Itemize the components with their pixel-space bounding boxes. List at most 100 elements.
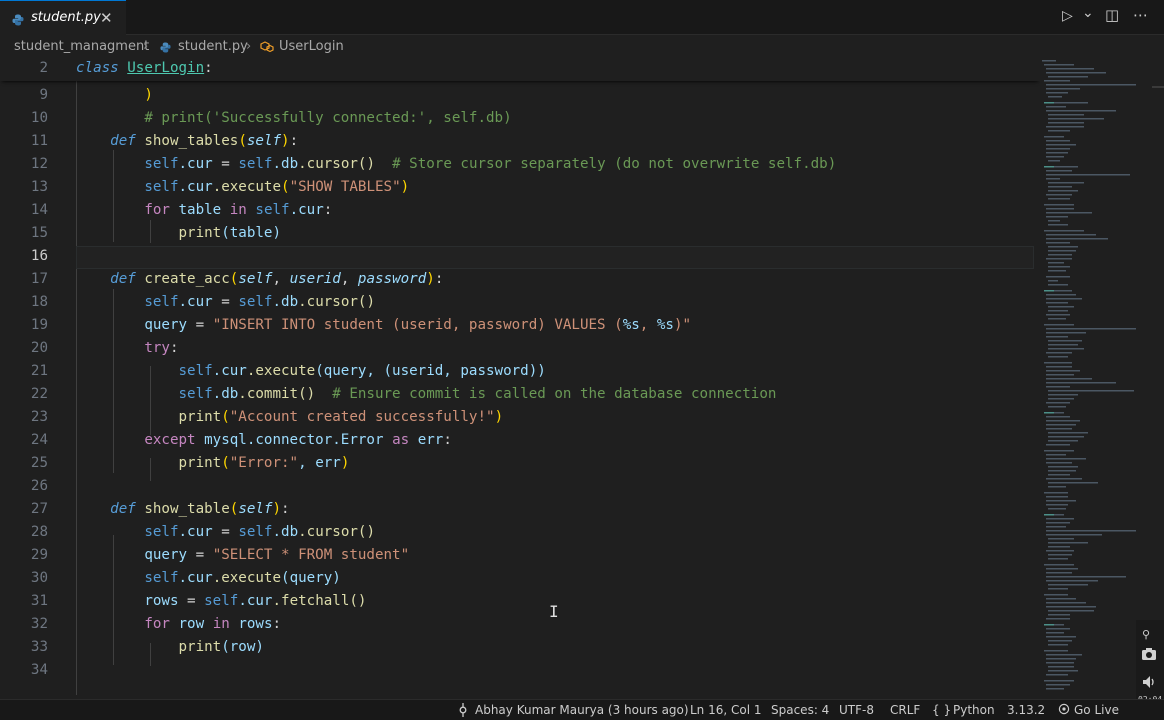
line-number: 33 bbox=[30, 639, 48, 655]
code-text: print("Account created successfully!") bbox=[178, 409, 504, 425]
code-line[interactable]: 14 for table in self.cur: bbox=[0, 200, 1040, 223]
code-line[interactable]: 28 self.cur = self.db.cursor() bbox=[0, 522, 1040, 545]
breadcrumb-file[interactable]: student.py bbox=[178, 39, 248, 54]
line-number: 23 bbox=[30, 409, 48, 425]
code-line[interactable]: 20 try: bbox=[0, 338, 1040, 361]
current-line-highlight bbox=[76, 246, 1034, 269]
split-editor-icon[interactable]: ◫ bbox=[1105, 6, 1119, 24]
close-tab-icon[interactable]: ✕ bbox=[100, 9, 113, 27]
line-number: 11 bbox=[30, 133, 48, 149]
python-file-icon bbox=[160, 42, 171, 57]
code-text: try: bbox=[144, 340, 179, 356]
code-text: self.db.commit() # Ensure commit is call… bbox=[178, 386, 777, 402]
code-text: except mysql.connector.Error as err: bbox=[144, 432, 452, 448]
line-number: 28 bbox=[30, 524, 48, 540]
code-text: self.cur = self.db.cursor() bbox=[144, 524, 375, 540]
code-line[interactable]: 32 for row in rows: bbox=[0, 614, 1040, 637]
code-line[interactable]: 26 bbox=[0, 476, 1040, 499]
code-line-active[interactable]: 16 bbox=[0, 246, 1040, 269]
git-blame-author[interactable]: Abhay Kumar Maurya (3 hours ago) bbox=[475, 703, 689, 717]
code-text: print(row) bbox=[178, 639, 264, 655]
code-text: self.cur = self.db.cursor() # Store curs… bbox=[144, 156, 837, 172]
line-number: 15 bbox=[30, 225, 48, 241]
code-text: for table in self.cur: bbox=[144, 202, 333, 218]
tab-label: student.py bbox=[31, 10, 101, 25]
code-line[interactable]: 15 print(table) bbox=[0, 223, 1040, 246]
code-line[interactable]: 12 self.cur = self.db.cursor() # Store c… bbox=[0, 154, 1040, 177]
code-line[interactable]: 19 query = "INSERT INTO student (userid,… bbox=[0, 315, 1040, 338]
line-number: 30 bbox=[30, 570, 48, 586]
line-number: 16 bbox=[30, 248, 48, 264]
sticky-scroll-line[interactable]: 2 class UserLogin: bbox=[0, 58, 1040, 81]
go-live-button[interactable]: Go Live bbox=[1074, 703, 1119, 717]
speaker-icon[interactable] bbox=[1141, 674, 1157, 693]
line-number: 21 bbox=[30, 363, 48, 379]
encoding[interactable]: UTF-8 bbox=[839, 703, 874, 717]
python-version[interactable]: 3.13.2 bbox=[1007, 703, 1045, 717]
tab-bar: student.py ✕ ▷ ⌄ ◫ ⋯ bbox=[0, 0, 1164, 35]
code-text: self.cur.execute("SHOW TABLES") bbox=[144, 179, 410, 195]
code-line[interactable]: 30 self.cur.execute(query) bbox=[0, 568, 1040, 591]
line-number: 24 bbox=[30, 432, 48, 448]
code-line[interactable]: 24 except mysql.connector.Error as err: bbox=[0, 430, 1040, 453]
code-text: self.cur = self.db.cursor() bbox=[144, 294, 375, 310]
code-line[interactable]: 10 # print('Successfully connected:', se… bbox=[0, 108, 1040, 131]
line-number: 2 bbox=[39, 60, 48, 76]
minimap[interactable] bbox=[1040, 58, 1150, 695]
line-number: 17 bbox=[30, 271, 48, 287]
run-icon[interactable]: ▷ bbox=[1062, 8, 1073, 24]
line-number: 26 bbox=[30, 478, 48, 494]
code-line[interactable]: 25 print("Error:", err) bbox=[0, 453, 1040, 476]
python-file-icon bbox=[12, 11, 24, 30]
line-number: 19 bbox=[30, 317, 48, 333]
breadcrumb: student_managment › student.py › UserLog… bbox=[0, 36, 1164, 58]
code-line[interactable]: 21 self.cur.execute(query, (userid, pass… bbox=[0, 361, 1040, 384]
code-editor[interactable]: 2 class UserLogin: 9 ) 10 # print('Succe… bbox=[0, 58, 1040, 695]
line-number: 18 bbox=[30, 294, 48, 310]
code-line[interactable]: 18 self.cur = self.db.cursor() bbox=[0, 292, 1040, 315]
line-number: 12 bbox=[30, 156, 48, 172]
scrollbar-thumb[interactable] bbox=[1152, 86, 1164, 88]
code-text: # print('Successfully connected:', self.… bbox=[144, 110, 512, 126]
line-number: 25 bbox=[30, 455, 48, 471]
code-text: self.cur.execute(query) bbox=[144, 570, 341, 586]
code-line[interactable]: 31 rows = self.cur.fetchall() bbox=[0, 591, 1040, 614]
breadcrumb-separator: › bbox=[143, 39, 149, 54]
more-actions-icon[interactable]: ⋯ bbox=[1133, 6, 1148, 24]
line-number: 14 bbox=[30, 202, 48, 218]
line-number: 22 bbox=[30, 386, 48, 402]
line-number: 31 bbox=[30, 593, 48, 609]
code-text: ) bbox=[144, 87, 153, 103]
breadcrumb-symbol[interactable]: UserLogin bbox=[279, 39, 344, 54]
breadcrumb-separator: › bbox=[246, 39, 252, 54]
code-line[interactable]: 11 def show_tables(self): bbox=[0, 131, 1040, 154]
code-line[interactable]: 33 print(row) bbox=[0, 637, 1040, 660]
code-text: self.cur.execute(query, (userid, passwor… bbox=[178, 363, 546, 379]
code-text: for row in rows: bbox=[144, 616, 282, 632]
code-line[interactable]: 17 def create_acc(self, userid, password… bbox=[0, 269, 1040, 292]
code-line[interactable]: 23 print("Account created successfully!"… bbox=[0, 407, 1040, 430]
link-icon[interactable]: ⚲ bbox=[1142, 628, 1150, 641]
code-line[interactable]: 34 bbox=[0, 660, 1040, 683]
breadcrumb-folder[interactable]: student_managment bbox=[14, 39, 149, 54]
cursor-position[interactable]: Ln 16, Col 1 bbox=[690, 703, 762, 717]
code-line[interactable]: 29 query = "SELECT * FROM student" bbox=[0, 545, 1040, 568]
line-number: 34 bbox=[30, 662, 48, 678]
chevron-down-icon[interactable]: ⌄ bbox=[1082, 5, 1094, 21]
line-endings[interactable]: CRLF bbox=[890, 703, 920, 717]
code-line[interactable]: 27 def show_table(self): bbox=[0, 499, 1040, 522]
code-text: print(table) bbox=[178, 225, 282, 241]
status-bar: Abhay Kumar Maurya (3 hours ago) Ln 16, … bbox=[0, 699, 1164, 720]
code-line[interactable]: 22 self.db.commit() # Ensure commit is c… bbox=[0, 384, 1040, 407]
language-braces-icon[interactable]: { } bbox=[932, 703, 951, 717]
editor-scrollbar[interactable] bbox=[1150, 58, 1164, 695]
camera-icon[interactable] bbox=[1141, 646, 1157, 665]
code-line[interactable]: 13 self.cur.execute("SHOW TABLES") bbox=[0, 177, 1040, 200]
class-symbol-icon bbox=[260, 41, 274, 57]
code-text: rows = self.cur.fetchall() bbox=[144, 593, 367, 609]
line-number: 32 bbox=[30, 616, 48, 632]
indentation[interactable]: Spaces: 4 bbox=[771, 703, 829, 717]
language-mode[interactable]: Python bbox=[953, 703, 995, 717]
code-line[interactable]: 9 ) bbox=[0, 85, 1040, 108]
tab-student-py[interactable]: student.py ✕ bbox=[0, 0, 126, 35]
